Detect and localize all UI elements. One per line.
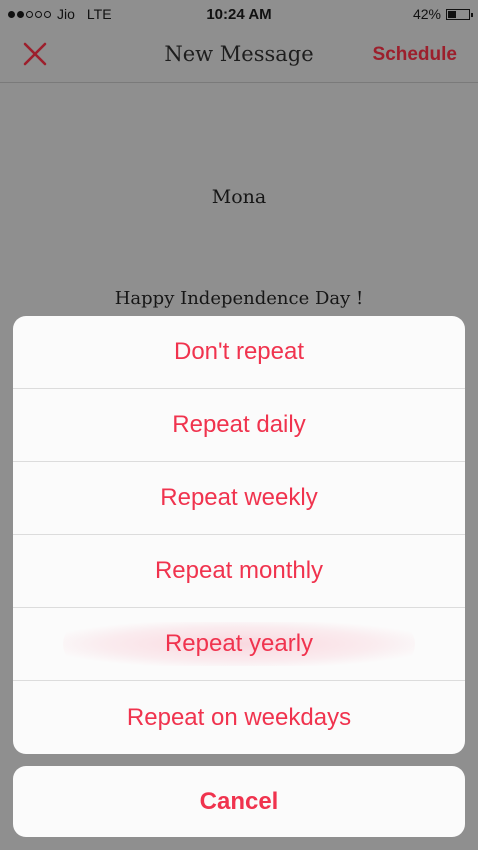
option-dont-repeat[interactable]: Don't repeat (13, 316, 465, 389)
battery-tip (471, 12, 473, 17)
status-time: 10:24 AM (206, 6, 272, 23)
recipient-name[interactable]: Mona (0, 186, 478, 208)
status-right: 42% (412, 6, 473, 22)
option-repeat-daily[interactable]: Repeat daily (13, 389, 465, 462)
battery-fill (448, 10, 456, 18)
option-label: Repeat yearly (164, 630, 314, 657)
option-repeat-weekdays[interactable]: Repeat on weekdays (13, 681, 465, 754)
message-text[interactable]: Happy Independence Day ! (0, 288, 478, 309)
cancel-button[interactable]: Cancel (13, 766, 465, 837)
option-label: Repeat weekly (160, 484, 318, 511)
option-label: Repeat on weekdays (126, 703, 352, 731)
option-repeat-weekly[interactable]: Repeat weekly (13, 462, 465, 535)
battery-percent: 42% (412, 6, 441, 22)
option-label: Repeat monthly (154, 557, 324, 584)
option-label: Don't repeat (174, 338, 304, 365)
battery-icon (446, 8, 473, 20)
option-label: Repeat daily (172, 411, 306, 438)
nav-bar: New Message Schedule (0, 28, 478, 83)
option-repeat-monthly[interactable]: Repeat monthly (13, 535, 465, 608)
option-repeat-yearly[interactable]: Repeat yearly (13, 608, 465, 681)
status-bar: Jio LTE 10:24 AM 42% (0, 0, 478, 28)
schedule-button[interactable]: Schedule (373, 44, 457, 66)
repeat-action-sheet: Don't repeat Repeat daily Repeat weekly … (13, 316, 465, 754)
